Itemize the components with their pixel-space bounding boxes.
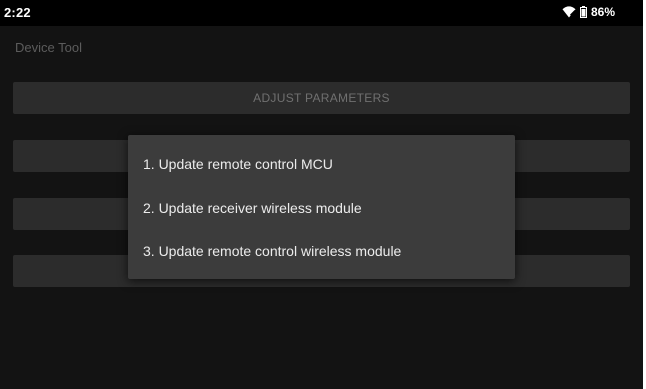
status-bar: 2:22 86% xyxy=(0,0,643,26)
adjust-parameters-button[interactable]: ADJUST PARAMETERS xyxy=(13,82,630,114)
update-options-dialog: 1. Update remote control MCU 2. Update r… xyxy=(128,135,515,279)
update-remote-mcu-option[interactable]: 1. Update remote control MCU xyxy=(143,156,333,172)
battery-icon xyxy=(579,6,587,18)
update-remote-wireless-option[interactable]: 3. Update remote control wireless module xyxy=(143,243,401,259)
status-indicators: 86% xyxy=(562,5,615,19)
wifi-icon xyxy=(562,6,576,18)
app-title: Device Tool xyxy=(15,40,82,55)
battery-percent: 86% xyxy=(590,5,615,19)
status-time: 2:22 xyxy=(4,5,31,20)
update-receiver-wireless-option[interactable]: 2. Update receiver wireless module xyxy=(143,200,362,216)
device-screen: 2:22 86% Device Tool ADJUST PARAMETERS 1… xyxy=(0,0,646,389)
